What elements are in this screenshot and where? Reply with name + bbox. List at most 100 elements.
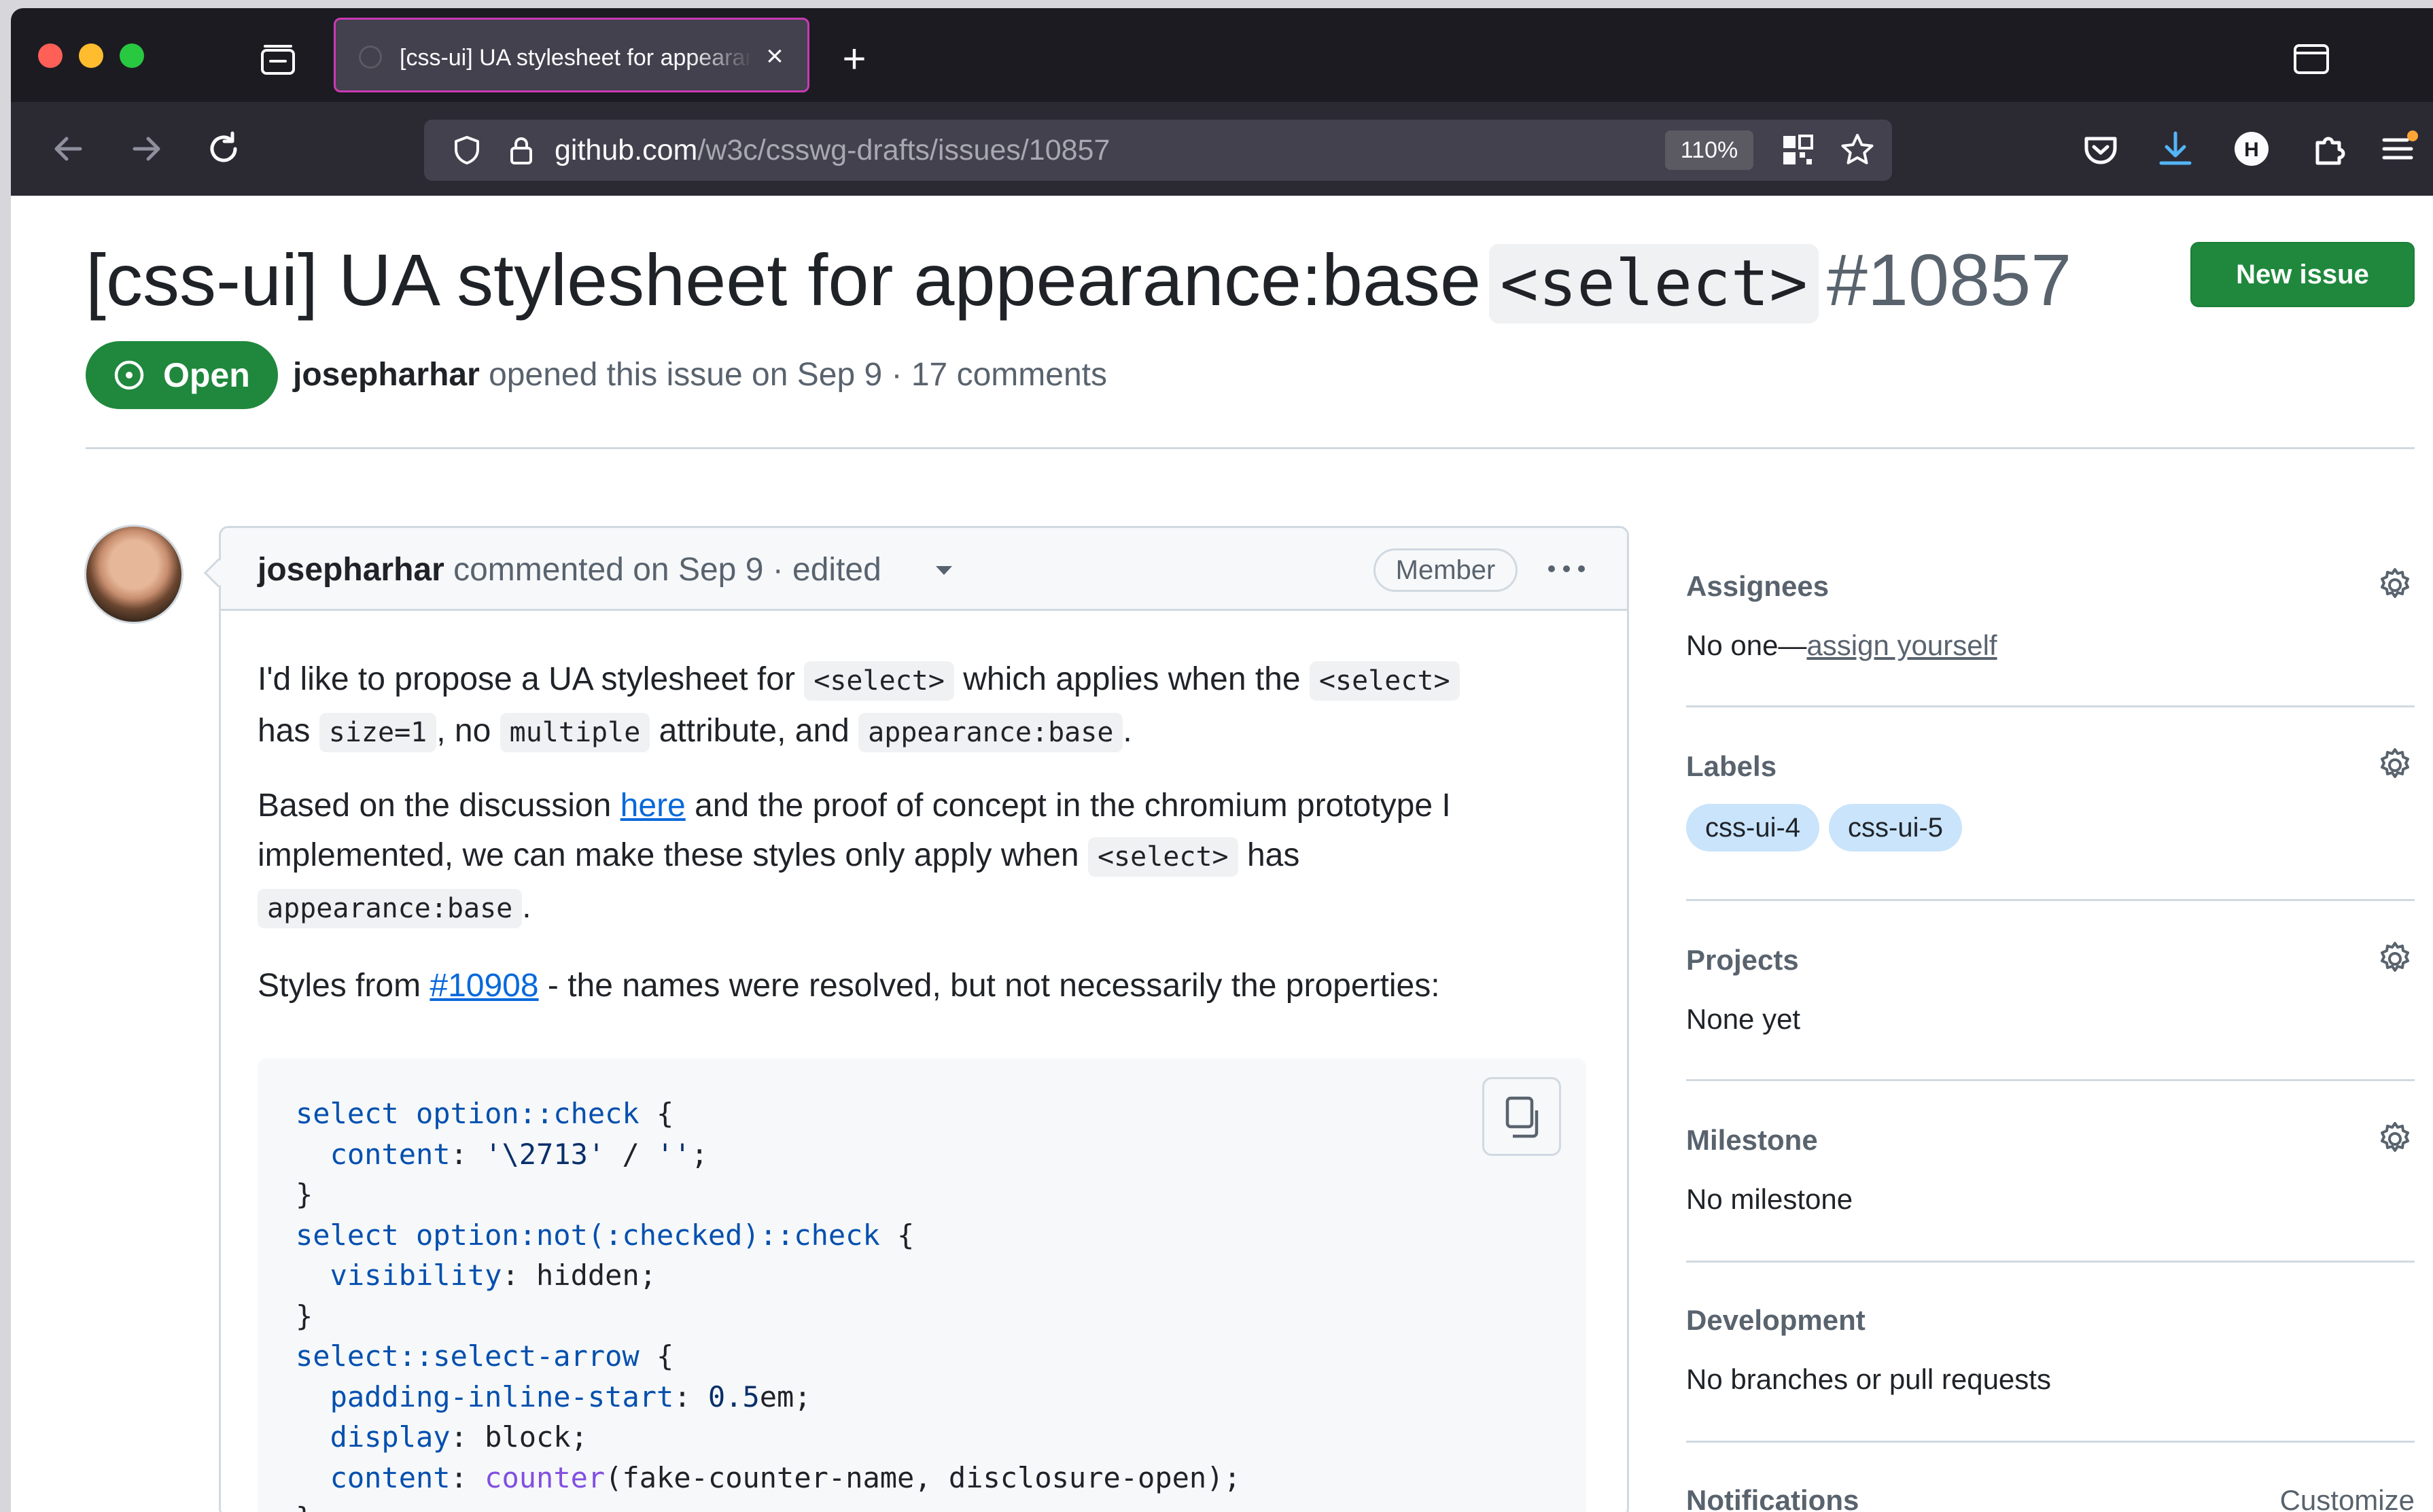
list-all-tabs-icon[interactable] <box>2293 43 2330 75</box>
p1-text-f: . <box>1123 713 1132 749</box>
navigation-bar: github.com/w3c/csswg-drafts/issues/10857… <box>11 102 2433 196</box>
code-line: } <box>296 1299 313 1333</box>
forward-arrow-icon[interactable] <box>122 125 170 173</box>
sidebar-divider <box>1686 1441 2415 1443</box>
back-arrow-icon[interactable] <box>45 125 92 173</box>
shield-icon[interactable] <box>451 135 483 166</box>
inline-code: appearance:base <box>258 889 523 928</box>
code-line: } <box>296 1178 313 1211</box>
issue-title-code: <select> <box>1489 244 1819 323</box>
p1-text-c: has <box>258 713 319 749</box>
labels-title: Labels <box>1686 750 1777 782</box>
gear-icon[interactable] <box>2375 565 2415 605</box>
browser-window: [css-ui] UA stylesheet for appearance:ba… <box>11 8 2433 1512</box>
development-value: No branches or pull requests <box>1686 1363 2051 1395</box>
inline-code: <select> <box>1309 661 1460 701</box>
p2-text-a: Based on the discussion <box>258 788 620 824</box>
discussion-link[interactable]: here <box>620 788 686 824</box>
maximize-window-button[interactable] <box>120 43 144 68</box>
inline-code: <select> <box>1087 837 1238 877</box>
new-issue-button[interactable]: New issue <box>2190 242 2415 307</box>
issue-open-icon <box>114 360 144 390</box>
issue-link-10908[interactable]: #10908 <box>430 968 538 1004</box>
reload-icon[interactable] <box>200 125 247 173</box>
p2-text-d: has <box>1238 837 1300 873</box>
issue-comment: josepharhar commented on Sep 9 · edited … <box>219 526 1629 1512</box>
projects-title: Projects <box>1686 944 1799 976</box>
inline-code: appearance:base <box>858 713 1123 752</box>
code-line: select::select-arrow { <box>296 1339 674 1373</box>
sidebar-divider <box>1686 705 2415 707</box>
label-css-ui-5[interactable]: css-ui-5 <box>1829 804 1963 851</box>
tab-favicon-icon <box>359 46 382 69</box>
p3-text-a: Styles from <box>258 968 430 1004</box>
comment-header: josepharhar commented on Sep 9 · edited … <box>221 528 1627 611</box>
milestone-title: Milestone <box>1686 1124 1818 1156</box>
sidebar-divider <box>1686 1261 2415 1263</box>
development-title: Development <box>1686 1304 1866 1336</box>
code-line: visibility: hidden; <box>330 1259 657 1292</box>
kebab-icon[interactable] <box>1539 548 1594 589</box>
comment-paragraph-1: I'd like to propose a UA stylesheet for … <box>258 654 1590 758</box>
menu-icon[interactable] <box>2376 125 2423 173</box>
issue-title-text: [css-ui] UA stylesheet for appearance:ba… <box>86 239 1482 321</box>
url-path: /w3c/csswg-drafts/issues/10857 <box>697 134 1110 166</box>
gear-icon[interactable] <box>2375 1119 2415 1159</box>
lock-icon[interactable] <box>506 135 537 166</box>
p3-text-b: - the names were resolved, but not neces… <box>538 968 1440 1004</box>
inline-code: <select> <box>804 661 954 701</box>
tab-close-icon[interactable]: × <box>756 37 794 75</box>
code-line: select option::check { <box>296 1097 674 1130</box>
issue-number: #10857 <box>1826 239 2072 321</box>
p1-text-e: attribute, and <box>650 713 859 749</box>
download-icon[interactable] <box>2152 125 2199 173</box>
code-lines: select option::check { content: '\2713' … <box>296 1093 1241 1512</box>
inline-code: size=1 <box>319 713 437 752</box>
label-css-ui-4[interactable]: css-ui-4 <box>1686 804 1820 851</box>
tab-active[interactable]: [css-ui] UA stylesheet for appearance:ba… <box>334 18 809 92</box>
comment-paragraph-2: Based on the discussion here and the pro… <box>258 781 1590 934</box>
extensions-grid-icon[interactable] <box>1781 133 1815 167</box>
edit-history-caret-icon[interactable] <box>936 566 952 575</box>
tab-bar: [css-ui] UA stylesheet for appearance:ba… <box>11 8 2433 102</box>
milestone-value: No milestone <box>1686 1183 1853 1215</box>
pocket-icon[interactable] <box>2077 125 2124 173</box>
notifications-title: Notifications <box>1686 1484 1859 1512</box>
customize-notifications-button[interactable]: Customize <box>2280 1483 2415 1512</box>
gear-icon[interactable] <box>2375 745 2415 785</box>
p1-text-d: , no <box>436 713 500 749</box>
avatar[interactable] <box>84 525 183 624</box>
copy-icon[interactable] <box>1482 1077 1561 1156</box>
p1-text-b: which applies when the <box>953 661 1310 697</box>
code-block: select option::check { content: '\2713' … <box>258 1058 1586 1512</box>
profile-icon[interactable]: H <box>2228 125 2275 173</box>
new-tab-button[interactable]: + <box>833 39 875 82</box>
assignees-title: Assignees <box>1686 570 1830 602</box>
extension-puzzle-icon[interactable] <box>2305 125 2353 173</box>
zoom-level-badge[interactable]: 110% <box>1665 130 1753 170</box>
header-divider <box>86 447 2415 449</box>
issue-author-link[interactable]: josepharhar <box>293 357 480 393</box>
p1-text-a: I'd like to propose a UA stylesheet for <box>258 661 805 697</box>
tab-overview-icon[interactable] <box>258 43 298 76</box>
svg-text:H: H <box>2244 139 2259 161</box>
inline-code: multiple <box>500 713 650 752</box>
comment-author-link[interactable]: josepharhar <box>258 552 444 588</box>
minimize-window-button[interactable] <box>79 43 103 68</box>
gear-icon[interactable] <box>2375 939 2415 979</box>
code-line: content: '\2713' / ''; <box>330 1137 708 1171</box>
code-line: } <box>296 1498 1241 1512</box>
assignees-value: No one—assign yourself <box>1686 627 1997 665</box>
star-icon[interactable] <box>1839 132 1876 169</box>
close-window-button[interactable] <box>38 43 63 68</box>
assign-yourself-link[interactable]: assign yourself <box>1806 629 1997 661</box>
comment-author-line: josepharhar commented on Sep 9 · edited <box>258 551 881 589</box>
url-bar[interactable]: github.com/w3c/csswg-drafts/issues/10857… <box>424 120 1892 181</box>
code-line: padding-inline-start: 0.5em; <box>330 1379 811 1413</box>
sidebar-divider <box>1686 1079 2415 1081</box>
issue-title: [css-ui] UA stylesheet for appearance:ba… <box>86 235 2071 329</box>
github-issue-page: [css-ui] UA stylesheet for appearance:ba… <box>11 196 2433 1512</box>
member-badge: Member <box>1373 548 1518 592</box>
tab-title: [css-ui] UA stylesheet for appearance:ba… <box>400 45 753 71</box>
url-text[interactable]: github.com/w3c/csswg-drafts/issues/10857 <box>555 135 1110 166</box>
